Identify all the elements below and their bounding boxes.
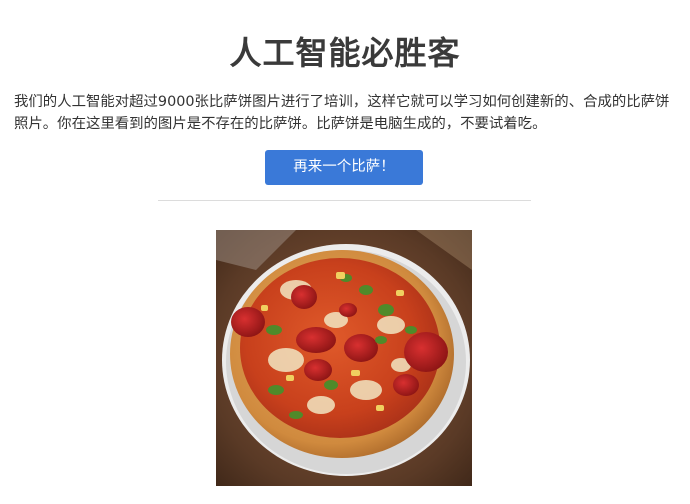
pizza-image — [216, 230, 472, 486]
pizza-illustration — [216, 230, 472, 486]
page-title: 人工智能必胜客 — [229, 34, 461, 73]
intro-text: 我们的人工智能对超过9000张比萨饼图片进行了培训，这样它就可以学习如何创建新的… — [14, 94, 670, 133]
another-pizza-button[interactable]: 再来一个比萨！ — [265, 150, 423, 185]
divider — [158, 200, 531, 201]
page: 人工智能必胜客 我们的人工智能对超过9000张比萨饼图片进行了培训，这样它就可以… — [0, 0, 690, 504]
